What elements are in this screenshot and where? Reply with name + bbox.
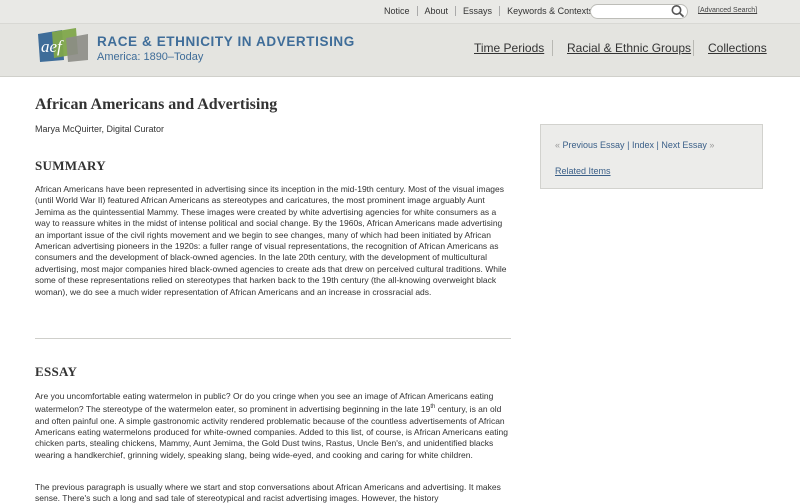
- essay-heading: ESSAY: [35, 364, 78, 379]
- utility-nav: Notice About Essays Keywords & Contexts: [384, 6, 593, 16]
- about-link[interactable]: About: [425, 6, 449, 16]
- keywords-link[interactable]: Keywords & Contexts: [507, 6, 593, 16]
- index-link[interactable]: Index: [632, 140, 654, 150]
- nav-collections[interactable]: Collections: [708, 41, 767, 55]
- divider: [499, 6, 501, 16]
- nav-time-periods[interactable]: Time Periods: [474, 41, 544, 55]
- section-divider: [35, 338, 511, 339]
- site-title[interactable]: RACE & ETHNICITY IN ADVERTISING: [97, 34, 355, 49]
- nav-divider: [552, 40, 553, 56]
- notice-link[interactable]: Notice: [384, 6, 410, 16]
- previous-essay-link[interactable]: Previous Essay: [563, 140, 625, 150]
- divider: [416, 6, 418, 16]
- logo-text: aef: [41, 37, 64, 56]
- next-essay-link[interactable]: Next Essay: [661, 140, 707, 150]
- utility-bar: Notice About Essays Keywords & Contexts …: [0, 0, 800, 24]
- essay-paragraph-1: Are you uncomfortable eating watermelon …: [35, 391, 509, 461]
- summary-heading: SUMMARY: [35, 158, 106, 173]
- essay-paragraph-2: The previous paragraph is usually where …: [35, 482, 501, 504]
- essay-navigation: « Previous Essay | Index | Next Essay »: [555, 140, 714, 150]
- nav-separator: |: [656, 140, 659, 150]
- essay-text: Are you uncomfortable eating watermelon …: [35, 391, 494, 415]
- site-subtitle: America: 1890–Today: [97, 51, 204, 63]
- search-icon[interactable]: [670, 4, 686, 18]
- divider: [455, 6, 457, 16]
- page-title: African Americans and Advertising: [35, 96, 278, 113]
- nav-divider: [693, 40, 694, 56]
- chevron-right-icon: »: [709, 140, 715, 150]
- nav-racial-ethnic-groups[interactable]: Racial & Ethnic Groups: [567, 41, 691, 55]
- author-byline: Marya McQuirter, Digital Curator: [35, 124, 165, 134]
- essay-sidebar: « Previous Essay | Index | Next Essay » …: [540, 124, 763, 189]
- nav-separator: |: [627, 140, 630, 150]
- chevron-left-icon: «: [555, 140, 561, 150]
- advanced-search-link[interactable]: [Advanced Search]: [698, 7, 757, 14]
- site-logo[interactable]: aef: [36, 28, 90, 64]
- related-items-link[interactable]: Related Items: [555, 166, 611, 176]
- essays-link[interactable]: Essays: [463, 6, 492, 16]
- summary-text: African Americans have been represented …: [35, 184, 507, 297]
